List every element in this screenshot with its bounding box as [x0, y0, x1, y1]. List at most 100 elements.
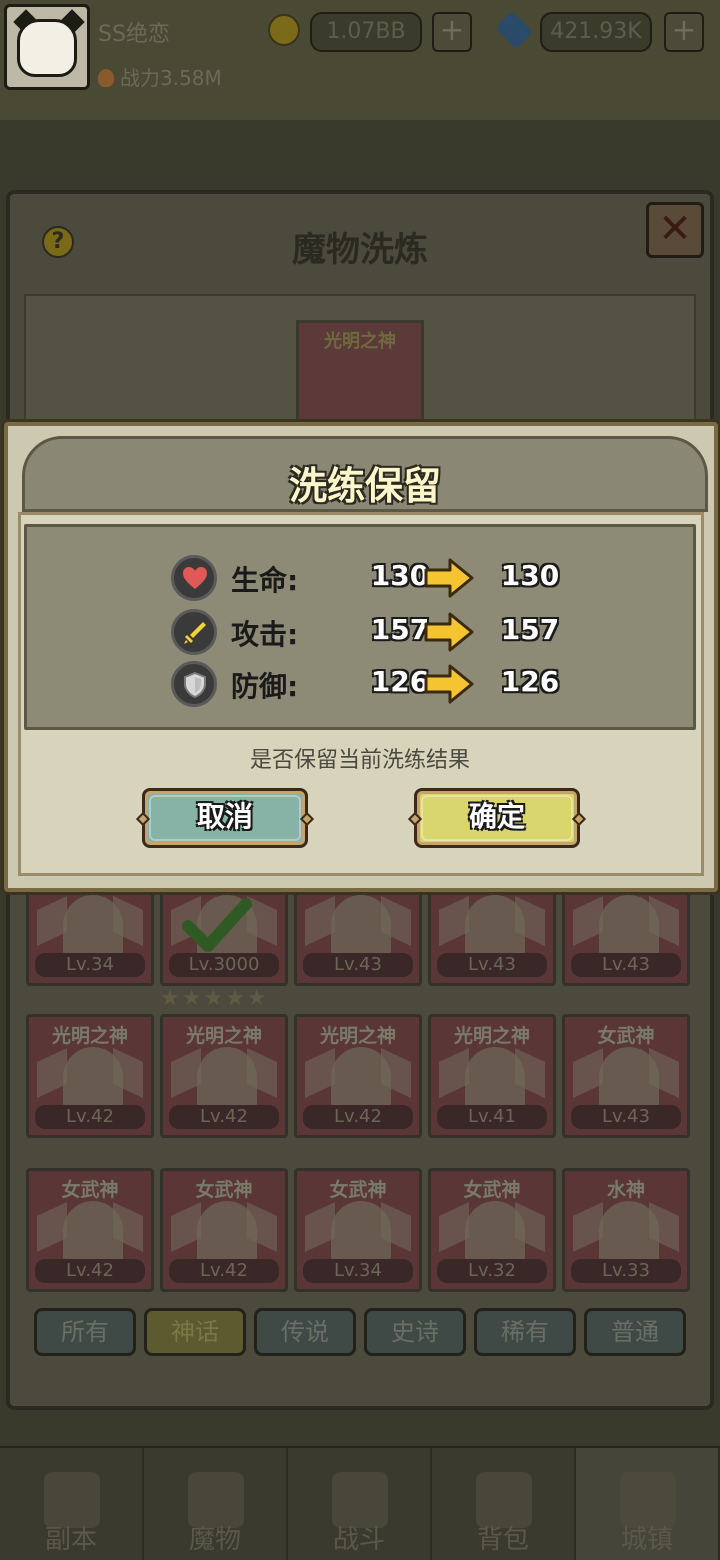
monster-level: Lv.41 [437, 1105, 547, 1129]
monster-figure [331, 895, 391, 959]
nav-label: 副本 [44, 1525, 97, 1555]
keep-prompt: 是否保留当前洗练结果 [249, 748, 470, 773]
dialog-header: 洗练保留 [22, 436, 708, 512]
monster-name: 女武神 [329, 1179, 387, 1201]
monster-figure [63, 1047, 123, 1111]
monster-level: Lv.32 [437, 1259, 547, 1283]
monster-figure [465, 895, 525, 959]
close-button[interactable]: ✕ [646, 202, 704, 258]
monster-level: Lv.42 [35, 1259, 145, 1283]
bottom-navigation: 副本 魔物 战斗 背包 城镇 [0, 1446, 720, 1560]
filter-button[interactable]: 神话 [144, 1308, 246, 1356]
stat-comparison: 生命: 130 130 攻击: 157 157 防御: 126 126 [24, 524, 696, 730]
shield-icon [171, 661, 217, 707]
stat-label: 攻击: [231, 618, 299, 651]
monster-card[interactable]: 光明之神 Lv.41 [428, 1014, 556, 1138]
filter-button[interactable]: 史诗 [364, 1308, 466, 1356]
filter-button[interactable]: 稀有 [474, 1308, 576, 1356]
monster-level: Lv.42 [303, 1105, 413, 1129]
add-coins-button[interactable]: + [432, 12, 472, 52]
monster-name: 光明之神 [51, 1025, 128, 1047]
monster-card[interactable]: 女武神 Lv.42 [160, 1168, 288, 1292]
star-rating: ★★★★★ [160, 986, 269, 1011]
monster-figure [63, 895, 123, 959]
sword-icon [171, 609, 217, 655]
monster-figure [63, 1201, 123, 1265]
monster-card[interactable]: 女武神 Lv.42 [26, 1168, 154, 1292]
monster-card[interactable]: 光明之神 Lv.42 [26, 1014, 154, 1138]
nav-item[interactable]: 副本 [0, 1448, 144, 1560]
monster-card[interactable]: 女武神 Lv.43 [562, 1014, 690, 1138]
top-bar: SS绝恋 战力3.58M 1.07BB + 421.93K + [0, 0, 720, 120]
monster-level: Lv.42 [169, 1105, 279, 1129]
monster-figure [197, 1047, 257, 1111]
monster-figure [599, 1201, 659, 1265]
avatar-face [17, 19, 77, 77]
monster-figure [599, 1047, 659, 1111]
stat-label: 生命: [231, 564, 299, 597]
monster-card[interactable]: 女武神 Lv.32 [428, 1168, 556, 1292]
avatar[interactable] [4, 4, 90, 90]
coin-count: 1.07BB [310, 12, 422, 52]
nav-item[interactable]: 城镇 [576, 1448, 720, 1560]
monster-figure [331, 1201, 391, 1265]
stat-new-value: 126 [500, 665, 560, 698]
filter-button[interactable]: 普通 [584, 1308, 686, 1356]
monster-level: Lv.43 [303, 953, 413, 977]
stat-new-value: 130 [500, 559, 560, 592]
arrow-right-icon [424, 612, 474, 652]
stat-row: 攻击: 157 157 [27, 607, 693, 657]
panel-title: 魔物洗炼 [292, 230, 428, 270]
gem-icon [494, 10, 534, 50]
coin-icon [268, 14, 300, 46]
nav-label: 战斗 [332, 1525, 385, 1555]
monster-level: Lv.34 [303, 1259, 413, 1283]
nav-item[interactable]: 魔物 [144, 1448, 288, 1560]
stat-new-value: 157 [500, 613, 560, 646]
cancel-label: 取消 [196, 800, 253, 833]
nav-label: 魔物 [188, 1525, 241, 1555]
monster-level: Lv.43 [437, 953, 547, 977]
filter-button[interactable]: 所有 [34, 1308, 136, 1356]
monster-level: Lv.33 [571, 1259, 681, 1283]
nav-item[interactable]: 战斗 [288, 1448, 432, 1560]
combat-power: 战力3.58M [98, 62, 222, 91]
monster-card[interactable]: 女武神 Lv.34 [294, 1168, 422, 1292]
flame-icon [98, 69, 114, 87]
monster-figure [197, 1201, 257, 1265]
monster-level: Lv.43 [571, 1105, 681, 1129]
selected-monster-name: 光明之神 [324, 331, 396, 352]
heart-icon [171, 555, 217, 601]
monster-level: Lv.43 [571, 953, 681, 977]
monster-level: Lv.3000 [169, 953, 279, 977]
nav-label: 城镇 [620, 1525, 673, 1555]
filter-button[interactable]: 传说 [254, 1308, 356, 1356]
monster-name: 光明之神 [453, 1025, 530, 1047]
monster-name: 水神 [606, 1179, 645, 1201]
nav-item[interactable]: 背包 [432, 1448, 576, 1560]
gem-count: 421.93K [540, 12, 652, 52]
monster-figure [465, 1201, 525, 1265]
monster-figure [331, 1047, 391, 1111]
monster-card[interactable]: 水神 Lv.33 [562, 1168, 690, 1292]
dialog-title: 洗练保留 [288, 464, 441, 508]
confirm-button[interactable]: 确定 [407, 788, 587, 848]
monster-name: 女武神 [463, 1179, 521, 1201]
selected-monster-card[interactable]: 光明之神 [296, 320, 424, 430]
monster-level: Lv.42 [169, 1259, 279, 1283]
player-name: SS绝恋 [98, 22, 170, 47]
stat-row: 生命: 130 130 [27, 553, 693, 603]
monster-figure [599, 895, 659, 959]
monster-name: 女武神 [61, 1179, 119, 1201]
monster-name: 女武神 [597, 1025, 655, 1047]
add-gems-button[interactable]: + [664, 12, 704, 52]
monster-card[interactable]: 光明之神 Lv.42 [160, 1014, 288, 1138]
selected-check-icon [182, 898, 252, 952]
cancel-button[interactable]: 取消 [135, 788, 315, 848]
monster-card[interactable]: 光明之神 Lv.42 [294, 1014, 422, 1138]
arrow-right-icon [424, 664, 474, 704]
stat-row: 防御: 126 126 [27, 659, 693, 709]
nav-label: 背包 [476, 1525, 529, 1555]
monster-level: Lv.34 [35, 953, 145, 977]
rarity-filter-bar: 所有 神话 传说 史诗 稀有 普通 [34, 1308, 690, 1358]
